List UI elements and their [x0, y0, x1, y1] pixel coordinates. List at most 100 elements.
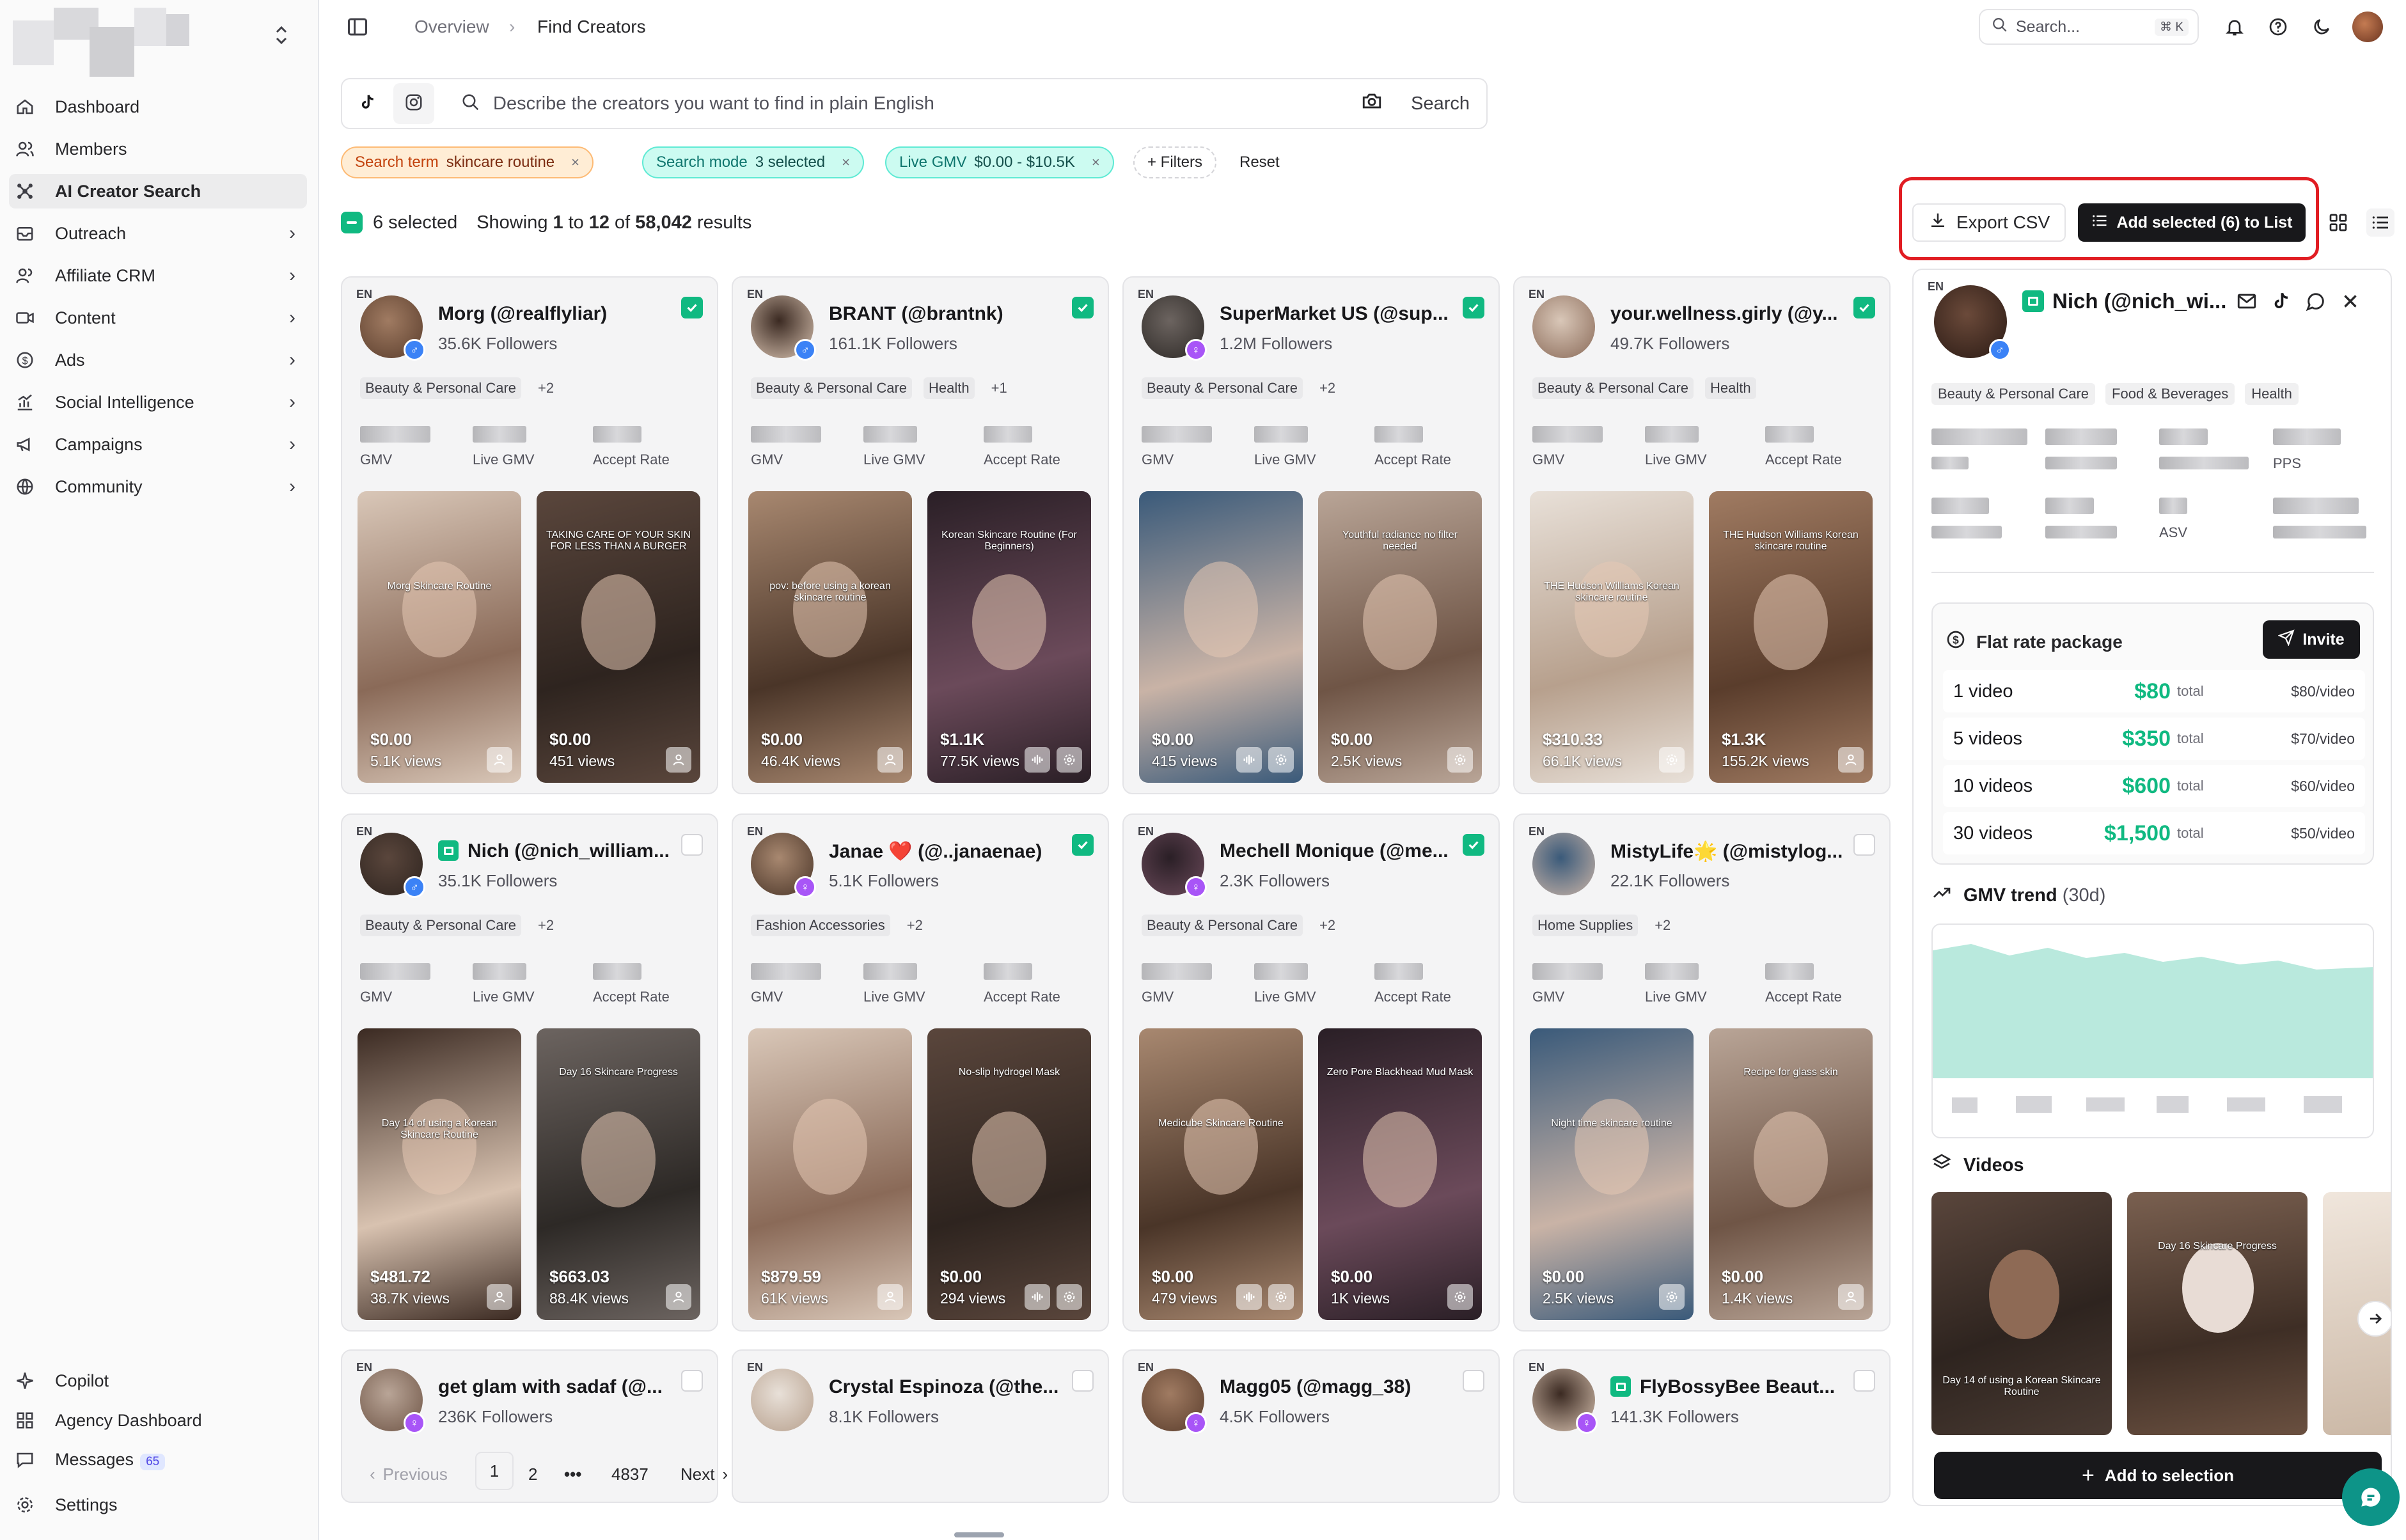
creator-name[interactable]: your.wellness.girly (@y...: [1610, 303, 1838, 325]
sidebar-item-content[interactable]: Content ›: [9, 301, 307, 335]
sidebar-item-dashboard[interactable]: Dashboard: [9, 90, 307, 124]
settings-icon[interactable]: [1447, 747, 1473, 773]
sidebar-item-affiliate-crm[interactable]: Affiliate CRM ›: [9, 258, 307, 293]
video-thumbnail[interactable]: Day 14 of using a Korean Skincare Routin…: [358, 1028, 521, 1320]
settings-icon[interactable]: [1659, 747, 1685, 773]
waveform-icon[interactable]: [1236, 1284, 1262, 1310]
creator-card[interactable]: EN your.wellness.girly (@y... 49.7K Follow…: [1513, 276, 1891, 794]
tiktok-platform-toggle[interactable]: [347, 83, 388, 124]
creator-select-checkbox[interactable]: [1072, 297, 1094, 318]
detail-video-thumb[interactable]: Day 16 Skincare Progress: [2127, 1192, 2308, 1435]
scroll-handle[interactable]: [954, 1532, 1004, 1537]
workspace-logo[interactable]: [13, 8, 192, 77]
waveform-icon[interactable]: [1025, 1284, 1050, 1310]
creator-select-checkbox[interactable]: [1853, 297, 1875, 318]
moon-icon[interactable]: [2309, 14, 2334, 40]
bell-icon[interactable]: [2222, 14, 2247, 40]
grid-view-icon[interactable]: [2324, 208, 2352, 237]
creator-name[interactable]: Crystal Espinoza (@the...: [829, 1376, 1058, 1398]
video-thumbnail[interactable]: Medicube Skincare Routine $0.00 479 views: [1139, 1028, 1303, 1320]
live-gmv-chip[interactable]: Live GMV $0.00 - $10.5K ×: [885, 146, 1114, 178]
support-chat-icon[interactable]: [2342, 1468, 2400, 1526]
user-icon[interactable]: [487, 1284, 512, 1310]
sidebar-item-members[interactable]: Members: [9, 132, 307, 166]
creator-name[interactable]: Mechell Monique (@me...: [1220, 840, 1449, 862]
search-mode-chip[interactable]: Search mode 3 selected ×: [642, 146, 865, 178]
video-thumbnail[interactable]: THE Hudson Williams Korean skincare rout…: [1530, 491, 1694, 783]
creator-name[interactable]: Magg05 (@magg_38): [1220, 1376, 1411, 1398]
settings-icon[interactable]: [1057, 1284, 1082, 1310]
invite-button[interactable]: Invite: [2263, 620, 2360, 659]
video-thumbnail[interactable]: TAKING CARE OF YOUR SKIN FOR LESS THAN A…: [537, 491, 700, 783]
page-last-button[interactable]: 4837: [611, 1465, 649, 1484]
page-1-button[interactable]: 1: [475, 1452, 514, 1490]
video-thumbnail[interactable]: Recipe for glass skin $0.00 1.4K views: [1709, 1028, 1873, 1320]
creator-avatar[interactable]: [1532, 833, 1595, 895]
close-icon[interactable]: ×: [571, 154, 579, 171]
package-row[interactable]: 1 video $80 total $80/video: [1943, 670, 2365, 712]
creator-name[interactable]: Nich (@nich_william...: [468, 840, 670, 862]
settings-icon[interactable]: [1057, 747, 1082, 773]
waveform-icon[interactable]: [1025, 747, 1050, 773]
search-term-chip[interactable]: Search term skincare routine ×: [341, 146, 594, 178]
sidebar-item-copilot[interactable]: Copilot: [9, 1363, 307, 1398]
sidebar-item-messages[interactable]: Messages 65: [9, 1443, 307, 1477]
close-icon[interactable]: [2339, 290, 2361, 315]
creator-select-checkbox[interactable]: [681, 1370, 703, 1392]
creator-select-checkbox[interactable]: [1072, 1370, 1094, 1392]
package-row[interactable]: 5 videos $350 total $70/video: [1943, 718, 2365, 760]
video-thumbnail[interactable]: THE Hudson Williams Korean skincare rout…: [1709, 491, 1873, 783]
user-icon[interactable]: [877, 747, 903, 773]
reset-filters-button[interactable]: Reset: [1239, 153, 1280, 171]
sidebar-item-ads[interactable]: $ Ads ›: [9, 343, 307, 377]
breadcrumb-parent[interactable]: Overview: [414, 17, 489, 37]
workspace-switcher-icon[interactable]: [274, 24, 289, 51]
creator-select-checkbox[interactable]: [1463, 1370, 1484, 1392]
global-search[interactable]: Search... ⌘ K: [1979, 9, 2199, 45]
settings-icon[interactable]: [1268, 747, 1294, 773]
video-thumbnail[interactable]: Morg Skincare Routine $0.00 5.1K views: [358, 491, 521, 783]
creator-name[interactable]: Morg (@realflyliar): [438, 303, 607, 325]
camera-icon[interactable]: [1361, 90, 1383, 117]
video-thumbnail[interactable]: $879.59 61K views: [748, 1028, 912, 1320]
creator-select-checkbox[interactable]: [681, 834, 703, 856]
creator-card[interactable]: EN ♂ Nich (@nich_william... 35.1K Followers…: [341, 813, 718, 1332]
user-icon[interactable]: [666, 1284, 691, 1310]
creator-card[interactable]: EN ♂ Morg (@realflyliar) 35.6K Followers Bea…: [341, 276, 718, 794]
creator-select-checkbox[interactable]: [1463, 297, 1484, 318]
video-thumbnail[interactable]: Korean Skincare Routine (For Beginners) $…: [927, 491, 1091, 783]
add-to-selection-button[interactable]: + Add to selection: [1934, 1452, 2382, 1499]
query-search-button[interactable]: Search: [1411, 93, 1470, 114]
creator-card[interactable]: EN ♀ Mechell Monique (@me... 2.3K Followers…: [1122, 813, 1500, 1332]
package-row[interactable]: 10 videos $600 total $60/video: [1943, 765, 2365, 807]
sidebar-item-settings[interactable]: Settings: [9, 1488, 307, 1522]
sidebar-item-agency-dashboard[interactable]: Agency Dashboard: [9, 1403, 307, 1438]
arrow-right-icon[interactable]: [2357, 1301, 2391, 1337]
creator-name[interactable]: Janae ❤️ (@..janaenae): [829, 840, 1042, 863]
creator-card[interactable]: EN MistyLife🌟 (@mistylog... 22.1K Follower…: [1513, 813, 1891, 1332]
creator-card[interactable]: EN ♀ FlyBossyBee Beaut... 141.3K Followers: [1513, 1349, 1891, 1503]
video-thumbnail[interactable]: pov: before using a korean skincare rout…: [748, 491, 912, 783]
pagination-previous[interactable]: ‹ Previous: [370, 1465, 448, 1484]
close-icon[interactable]: ×: [842, 154, 850, 171]
add-filters-button[interactable]: + Filters: [1133, 146, 1217, 178]
creator-name[interactable]: SuperMarket US (@sup...: [1220, 303, 1449, 325]
video-thumbnail[interactable]: No-slip hydrogel Mask $0.00 294 views: [927, 1028, 1091, 1320]
sidebar-item-social-intelligence[interactable]: Social Intelligence ›: [9, 385, 307, 420]
sidebar-item-campaigns[interactable]: Campaigns ›: [9, 427, 307, 462]
tiktok-icon[interactable]: [2270, 290, 2292, 315]
video-thumbnail[interactable]: Zero Pore Blackhead Mud Mask $0.00 1K view…: [1318, 1028, 1482, 1320]
creator-name[interactable]: get glam with sadaf (@...: [438, 1376, 663, 1398]
video-thumbnail[interactable]: Youthful radiance no filter needed $0.00 2…: [1318, 491, 1482, 783]
user-icon[interactable]: [1838, 747, 1864, 773]
settings-icon[interactable]: [1447, 1284, 1473, 1310]
instagram-platform-toggle[interactable]: [393, 83, 434, 124]
user-icon[interactable]: [877, 1284, 903, 1310]
video-thumbnail[interactable]: Night time skincare routine $0.00 2.5K vie…: [1530, 1028, 1694, 1320]
creator-select-checkbox[interactable]: [1072, 834, 1094, 856]
package-row[interactable]: 30 videos $1,500 total $50/video: [1943, 812, 2365, 854]
creator-name[interactable]: FlyBossyBee Beaut...: [1640, 1376, 1835, 1398]
creator-select-checkbox[interactable]: [1853, 1370, 1875, 1392]
creator-card[interactable]: EN ♀ SuperMarket US (@sup... 1.2M Followers…: [1122, 276, 1500, 794]
list-view-icon[interactable]: [2366, 208, 2394, 237]
